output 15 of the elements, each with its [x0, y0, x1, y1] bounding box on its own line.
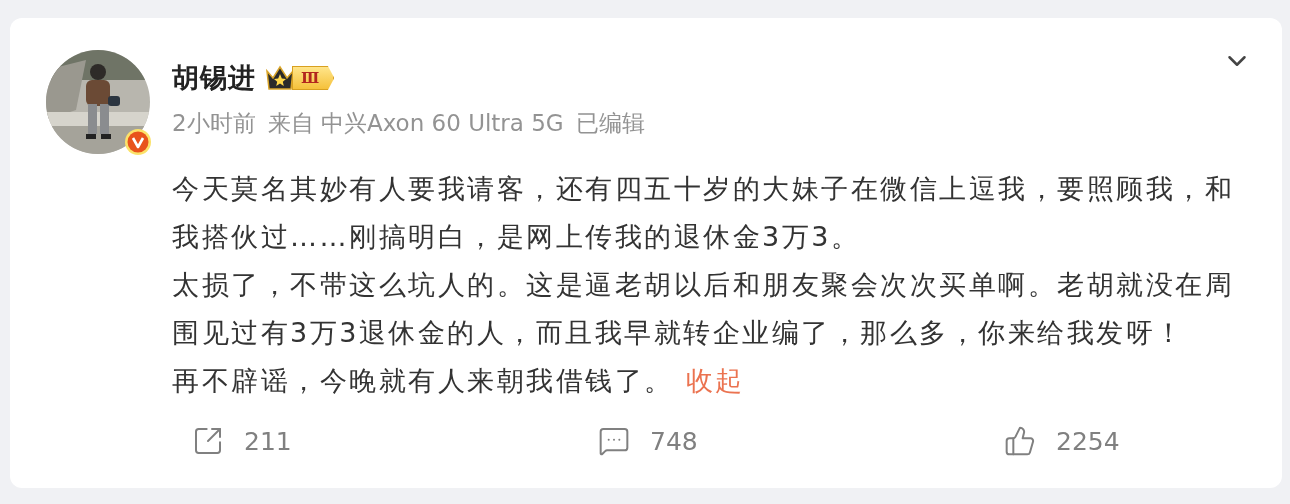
- like-button[interactable]: 2254: [1004, 425, 1290, 457]
- post-text: 再不辟谣，今晚就有人来朝我借钱了。: [172, 364, 674, 398]
- post-source: 来自 中兴Axon 60 Ultra 5G: [267, 109, 564, 138]
- comment-icon: [598, 425, 630, 457]
- post-text: 太损了，不带这么坑人的。这是逼老胡以后和朋友聚会次次买单啊。老胡就没在周 围见过有3万3退休金的人，而且我早就转企业编了，那么多，你来给我发呀！: [172, 268, 1235, 350]
- author-name[interactable]: 胡锡进: [172, 60, 256, 96]
- repost-button[interactable]: 211: [192, 425, 598, 457]
- post-text: 今天莫名其妙有人要我请客，还有四五十岁的大妹子在微信上逗我，要照顾我，和 我搭伙过……刚搞明白，是网上传我的退休金3万3。: [172, 172, 1235, 254]
- thumbs-up-icon: [1004, 425, 1036, 457]
- comment-button[interactable]: 748: [598, 425, 1004, 457]
- share-icon: [192, 425, 224, 457]
- collapse-link[interactable]: 收起: [685, 365, 745, 396]
- post-time[interactable]: 2小时前: [172, 108, 256, 139]
- edited-label: 已编辑: [575, 109, 645, 138]
- member-level-badge: Ⅲ: [292, 66, 335, 90]
